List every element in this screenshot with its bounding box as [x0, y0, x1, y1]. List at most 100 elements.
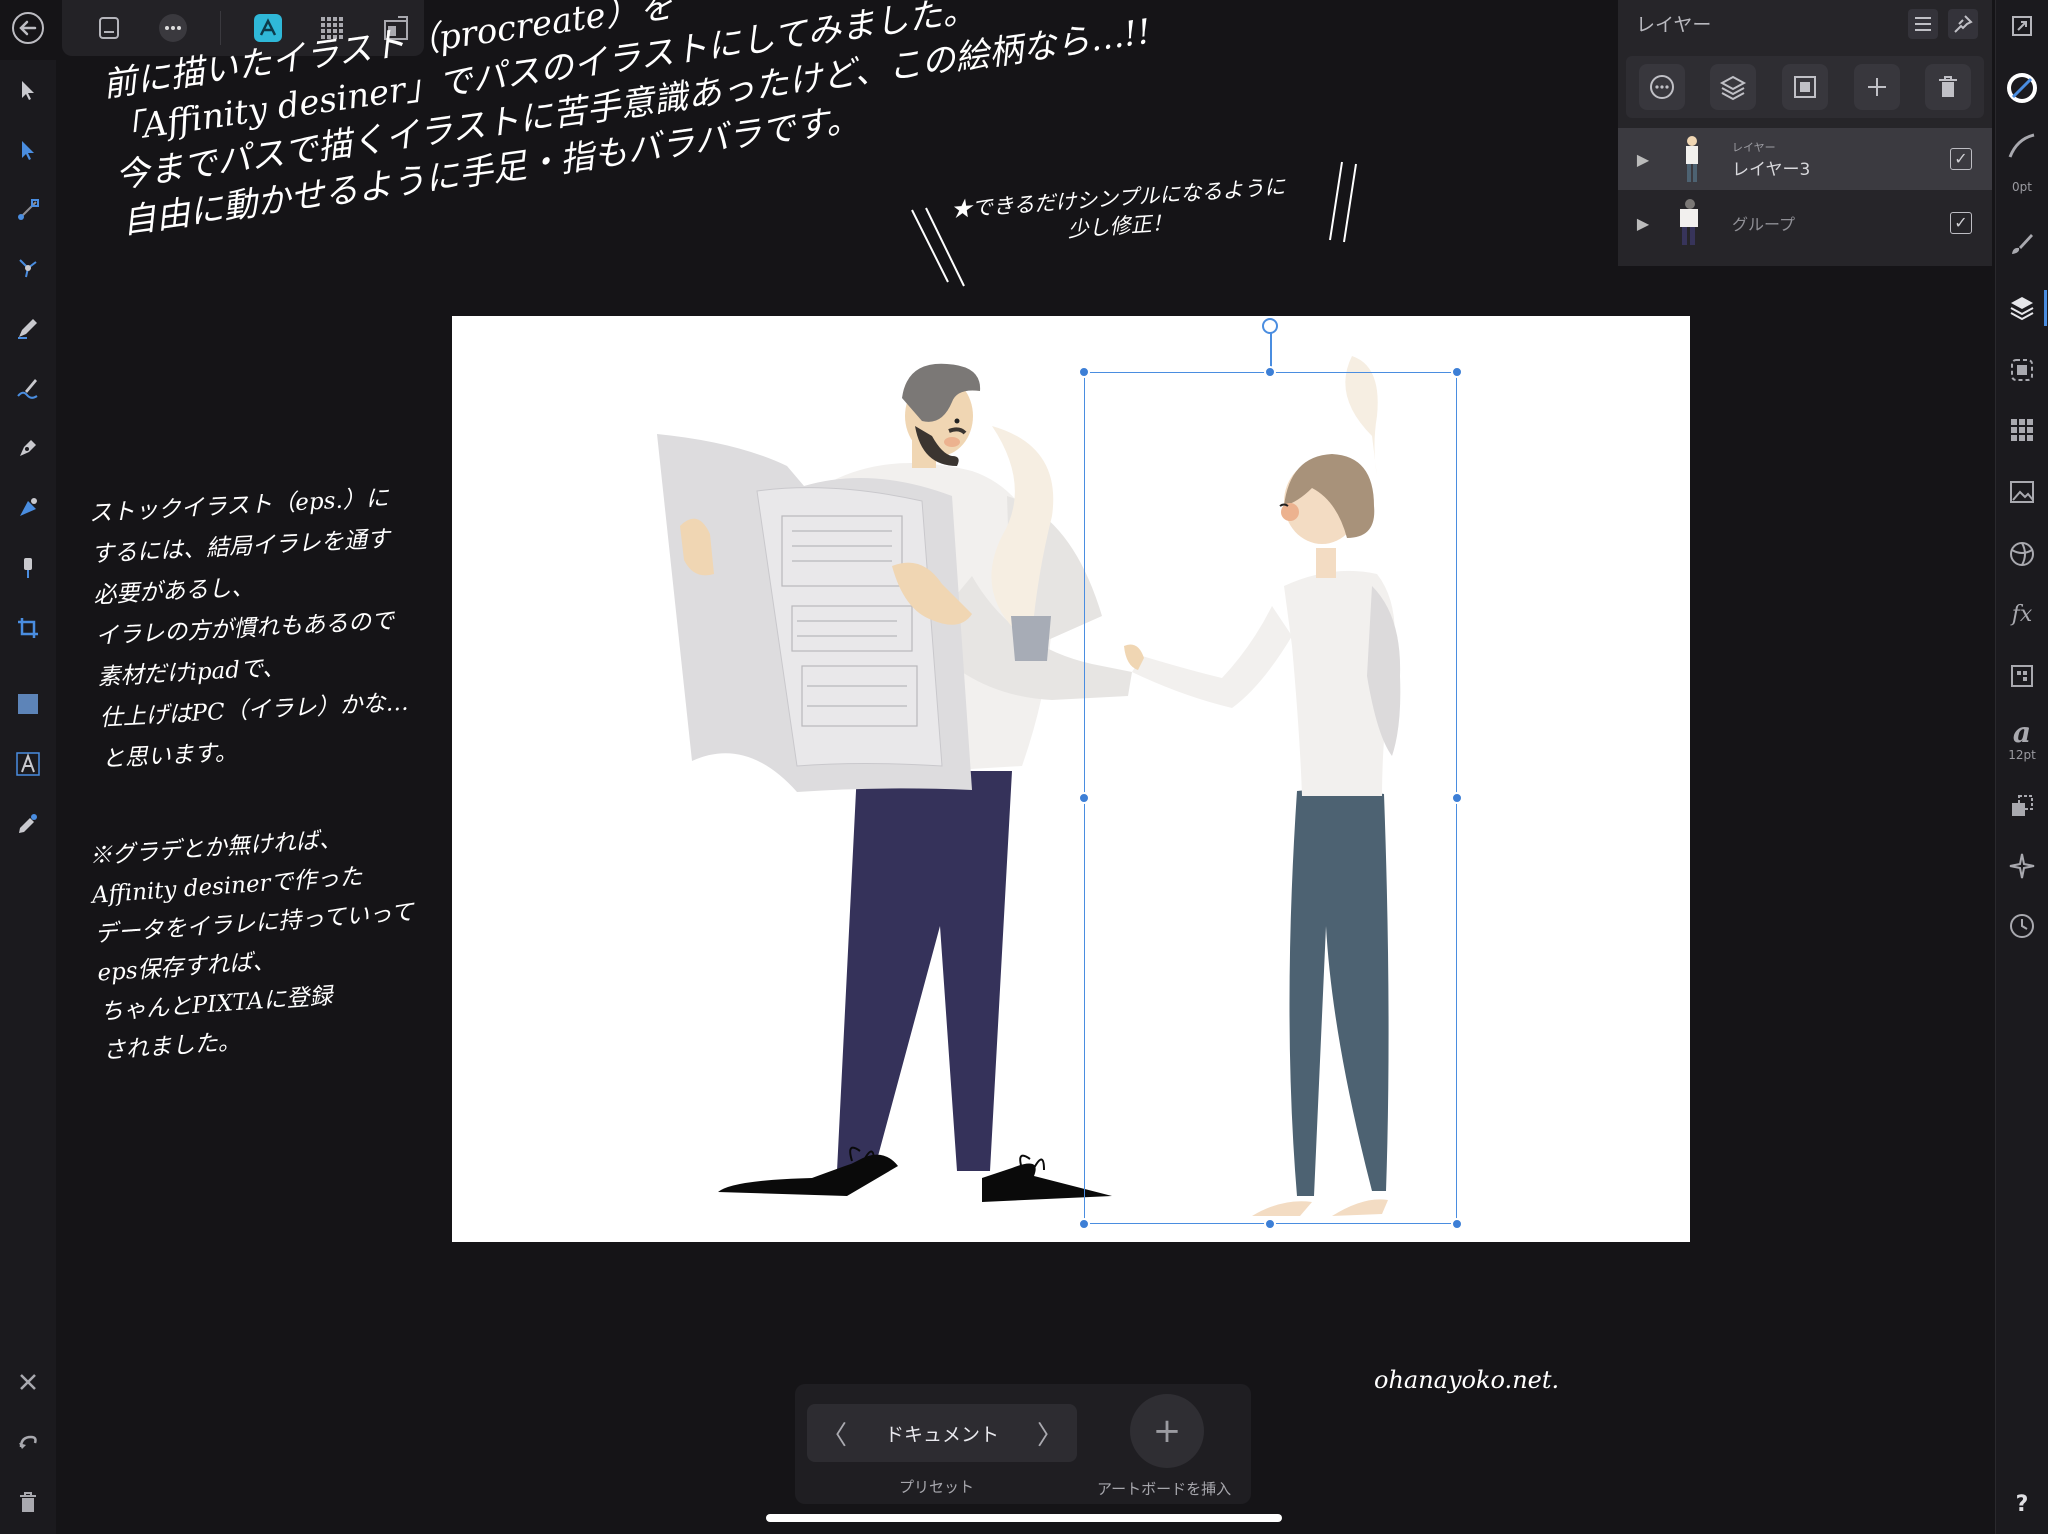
back-button[interactable] [8, 8, 48, 48]
layer-stack-button[interactable] [1710, 64, 1757, 110]
layer-row-layer3[interactable]: ▶ レイヤー レイヤー3 ✓ [1618, 128, 1992, 190]
illustration [657, 356, 1401, 1216]
layers-menu-button[interactable] [1908, 9, 1938, 39]
resize-handle-right[interactable] [1451, 792, 1463, 804]
text-styles-button[interactable]: a [2004, 714, 2040, 750]
visibility-checkbox[interactable]: ✓ [1950, 148, 1972, 170]
pen-tool-icon [20, 440, 36, 456]
resize-icon [2012, 16, 2032, 36]
point-transform-icon [19, 259, 37, 278]
constraints-panel-button[interactable] [2004, 788, 2040, 824]
crop-tool[interactable] [10, 610, 46, 646]
pin-panel-button[interactable] [1948, 9, 1978, 39]
undo-button[interactable] [10, 1424, 46, 1460]
layer-kind: レイヤー [1732, 140, 1776, 154]
active-panel-indicator [2044, 290, 2047, 326]
vector-brush-tool[interactable] [10, 370, 46, 406]
resize-handle-bottom-left[interactable] [1078, 1218, 1090, 1230]
fill-tool[interactable] [10, 490, 46, 526]
node-tool[interactable] [10, 132, 46, 168]
layer-names: グループ [1732, 211, 1795, 235]
layers-panel-button[interactable] [2004, 290, 2040, 326]
note-slash-marks [911, 207, 965, 287]
corner-tool[interactable] [10, 192, 46, 228]
layer-stack-icon [1720, 75, 1747, 101]
shape-tool[interactable] [10, 686, 46, 722]
fill-tool-icon [20, 498, 37, 516]
close-icon [20, 1374, 36, 1390]
chevron-right-icon[interactable]: 〉 [1037, 1415, 1063, 1452]
pen-tool[interactable] [10, 430, 46, 466]
resize-handle-top-left[interactable] [1078, 366, 1090, 378]
studio-panel-bar: 0pt fx a 12pt ? [1995, 0, 2048, 1534]
expand-arrow-icon[interactable]: ▶ [1628, 150, 1658, 169]
history-icon [2010, 914, 2034, 938]
layer-row-group[interactable]: ▶ グループ ✓ [1618, 192, 1992, 254]
resize-handle-top-right[interactable] [1451, 366, 1463, 378]
insert-artboard-button[interactable]: + [1130, 1394, 1204, 1468]
pencil-tool[interactable] [10, 310, 46, 346]
undo-icon [19, 1435, 37, 1449]
corner-tool-icon [18, 199, 39, 220]
layer-thumbnail [1670, 132, 1714, 186]
selection-panel-button[interactable] [2004, 352, 2040, 388]
left-handwritten-note: ストックイラスト（eps.）に するには、結局イラレを通す 必要があるし、 イラ… [88, 485, 410, 773]
document-preset-selector[interactable]: 〈 ドキュメント 〉 [807, 1404, 1077, 1462]
stroke-button[interactable] [2004, 128, 2040, 164]
panel-resize-button[interactable] [2004, 8, 2040, 44]
document-icon [99, 17, 119, 39]
crop-icon [18, 618, 38, 638]
delete-button[interactable] [10, 1484, 46, 1520]
rotation-handle[interactable] [1262, 318, 1278, 334]
color-picker-icon [19, 814, 37, 833]
artboard[interactable] [452, 316, 1690, 1242]
chevron-left-icon[interactable]: 〈 [821, 1415, 847, 1452]
vector-brush-icon [17, 379, 38, 399]
fill-swatch[interactable] [2004, 70, 2040, 106]
context-toolbar: 〈 ドキュメント 〉 プリセット + アートボードを挿入 [795, 1384, 1251, 1504]
close-button[interactable] [10, 1364, 46, 1400]
layers-header: レイヤー [1618, 0, 1992, 46]
resize-handle-left[interactable] [1078, 792, 1090, 804]
move-tool[interactable] [10, 72, 46, 108]
appearance-panel-button[interactable] [2004, 536, 2040, 572]
color-picker-tool[interactable] [10, 806, 46, 842]
stock-panel-button[interactable] [2004, 474, 2040, 510]
text-tool[interactable] [10, 746, 46, 782]
delete-layer-button[interactable] [1925, 64, 1972, 110]
star-handwritten-note: ★できるだけシンプルになるように 少し修正！ [950, 174, 1286, 243]
transparency-tool[interactable] [10, 550, 46, 586]
effects-panel-button[interactable]: fx [2004, 596, 2040, 632]
move-tool-icon [22, 81, 34, 100]
transform-panel-button[interactable] [2004, 658, 2040, 694]
layer-options-button[interactable] [1638, 64, 1685, 110]
resize-handle-bottom-right[interactable] [1451, 1218, 1463, 1230]
history-panel-button[interactable] [2004, 908, 2040, 944]
text-tool-icon [16, 752, 40, 776]
font-size-label: 12pt [2008, 748, 2036, 762]
document-menu-button[interactable] [92, 11, 126, 45]
resize-handle-bottom[interactable] [1264, 1218, 1276, 1230]
appearance-icon [2010, 542, 2034, 566]
document-label: ドキュメント [884, 1423, 999, 1446]
add-layer-button[interactable] [1853, 64, 1900, 110]
mask-icon [1793, 76, 1816, 98]
expand-arrow-icon[interactable]: ▶ [1628, 214, 1658, 233]
stroke-width-label: 0pt [2012, 180, 2032, 194]
brushes-panel-button[interactable] [2004, 226, 2040, 262]
more-icon [1649, 75, 1674, 99]
point-transform-tool[interactable] [10, 250, 46, 286]
trash-icon [1939, 76, 1958, 97]
more-button[interactable] [156, 11, 190, 45]
more-icon [159, 14, 187, 42]
visibility-checkbox[interactable]: ✓ [1950, 212, 1972, 234]
swatches-panel-button[interactable] [2004, 412, 2040, 448]
resize-handle-top[interactable] [1264, 366, 1276, 378]
mask-layer-button[interactable] [1781, 64, 1828, 110]
snapping-icon [2009, 853, 2035, 879]
swatches-icon [2011, 419, 2033, 441]
help-button[interactable]: ? [2004, 1486, 2040, 1522]
snapping-button[interactable] [2004, 848, 2040, 884]
constraints-icon [2012, 795, 2033, 816]
selection-bounding-box[interactable] [1084, 372, 1457, 1224]
